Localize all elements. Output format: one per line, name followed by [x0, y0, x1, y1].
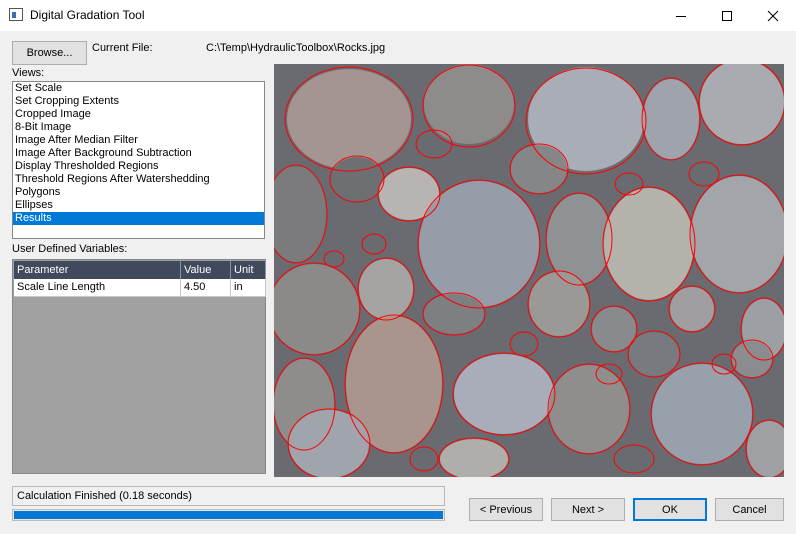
- status-text: Calculation Finished (0.18 seconds): [12, 486, 445, 506]
- list-item[interactable]: Threshold Regions After Watershedding: [13, 173, 264, 186]
- list-item[interactable]: Set Cropping Extents: [13, 95, 264, 108]
- list-item[interactable]: Image After Background Subtraction: [13, 147, 264, 160]
- cancel-button[interactable]: Cancel: [715, 498, 784, 521]
- views-list[interactable]: Set Scale Set Cropping Extents Cropped I…: [12, 81, 265, 239]
- table-header: Parameter Value Unit: [14, 261, 266, 279]
- list-item[interactable]: Polygons: [13, 186, 264, 199]
- maximize-icon: [722, 10, 732, 21]
- title-bar[interactable]: Digital Gradation Tool: [0, 0, 796, 31]
- table-row[interactable]: Scale Line Length 4.50 in: [14, 279, 266, 297]
- list-item[interactable]: Display Thresholded Regions: [13, 160, 264, 173]
- browse-button[interactable]: Browse...: [12, 41, 87, 65]
- variables-table[interactable]: Parameter Value Unit Scale Line Length 4…: [12, 259, 266, 474]
- list-item[interactable]: Cropped Image: [13, 108, 264, 121]
- progress-fill: [14, 511, 443, 519]
- cell-unit: in: [231, 279, 266, 297]
- minimize-icon: [676, 15, 686, 17]
- column-header-unit[interactable]: Unit: [231, 261, 266, 279]
- close-button[interactable]: [750, 0, 796, 31]
- ok-button[interactable]: OK: [633, 498, 707, 521]
- minimize-button[interactable]: [658, 0, 704, 31]
- close-icon: [767, 10, 779, 21]
- results-image: [274, 64, 784, 477]
- current-file-path: C:\Temp\HydraulicToolbox\Rocks.jpg: [206, 42, 386, 54]
- dialog-window: Digital Gradation Tool Browse... Current…: [0, 0, 796, 534]
- column-header-value[interactable]: Value: [181, 261, 231, 279]
- list-item[interactable]: Image After Median Filter: [13, 134, 264, 147]
- maximize-button[interactable]: [704, 0, 750, 31]
- list-item[interactable]: Set Scale: [13, 82, 264, 95]
- list-item[interactable]: Ellipses: [13, 199, 264, 212]
- cell-value[interactable]: 4.50: [181, 279, 231, 297]
- views-label: Views:: [12, 67, 45, 79]
- column-header-parameter[interactable]: Parameter: [14, 261, 181, 279]
- app-icon: [9, 8, 23, 21]
- window-title: Digital Gradation Tool: [30, 8, 145, 22]
- next-button[interactable]: Next >: [551, 498, 625, 521]
- list-item-selected[interactable]: Results: [13, 212, 264, 225]
- progress-bar: [12, 509, 445, 521]
- variables-label: User Defined Variables:: [12, 243, 128, 255]
- previous-button[interactable]: < Previous: [469, 498, 543, 521]
- cell-parameter: Scale Line Length: [14, 279, 181, 297]
- current-file-label: Current File:: [92, 42, 153, 54]
- list-item[interactable]: 8-Bit Image: [13, 121, 264, 134]
